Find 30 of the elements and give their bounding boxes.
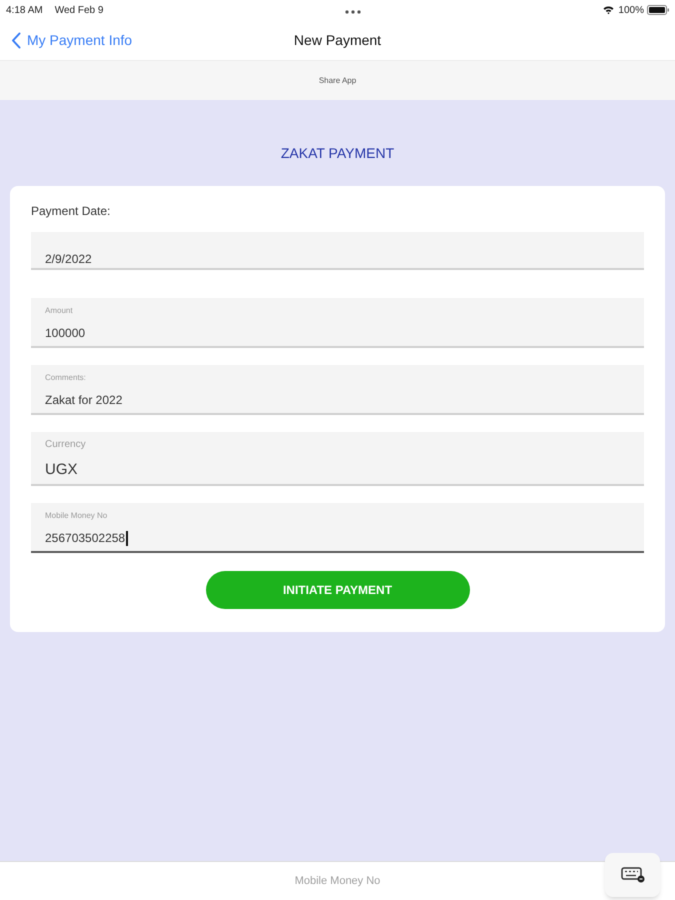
field-label: Mobile Money No xyxy=(45,511,108,521)
picker-field[interactable]: Currency UGX xyxy=(31,432,644,486)
input-field[interactable]: Comments: Zakat for 2022 xyxy=(31,365,644,415)
date-field[interactable]: 2/9/2022 xyxy=(31,232,644,270)
wifi-icon xyxy=(603,6,614,14)
keyboard-icon xyxy=(620,867,644,883)
field-label: Comments: xyxy=(45,373,86,383)
field-label: Amount xyxy=(45,306,73,316)
battery-icon xyxy=(647,5,669,15)
field-value: 256703502258 xyxy=(45,530,126,546)
field-value: 100000 xyxy=(45,325,86,341)
input-field[interactable]: Mobile Money No 256703502258 xyxy=(31,503,644,553)
back-button[interactable]: My Payment Info xyxy=(0,30,132,50)
form-heading: ZAKAT PAYMENT xyxy=(280,145,394,161)
back-chevron-icon xyxy=(11,32,21,48)
field-value: UGX xyxy=(45,460,78,480)
toolbar-field-label: Mobile Money No xyxy=(294,874,380,889)
date-value: 2/9/2022 xyxy=(45,252,92,266)
page-title: New Payment xyxy=(294,30,382,50)
input-field[interactable]: Amount 100000 xyxy=(31,298,644,348)
field-value: Zakat for 2022 xyxy=(45,392,122,408)
share-app-link[interactable]: Share App xyxy=(318,74,356,86)
more-dots-icon xyxy=(345,10,362,14)
keyboard-dismiss-button[interactable] xyxy=(605,853,660,897)
status-date: Wed Feb 9 xyxy=(54,4,104,18)
field-label: Currency xyxy=(45,439,86,451)
status-time: 4:18 AM xyxy=(6,4,43,18)
text-cursor-icon xyxy=(126,530,128,546)
battery-percent: 100% xyxy=(618,4,644,18)
payment-date-label: Payment Date: xyxy=(31,203,110,219)
